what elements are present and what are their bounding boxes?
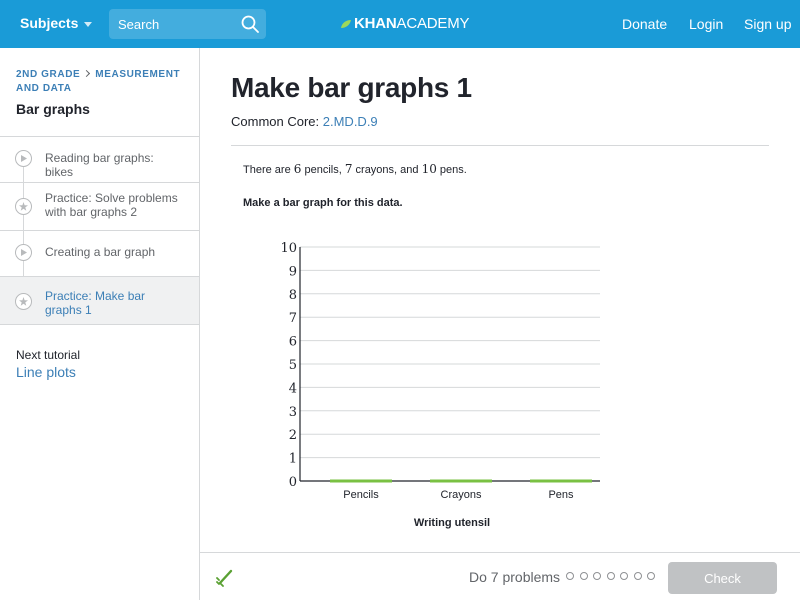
crayons-text: crayons, and [355,164,419,176]
y-tick-label: 0 [289,475,297,490]
subjects-menu-button[interactable]: Subjects [20,15,93,31]
tutorial-sidebar: 2ND GRADE MEASUREMENT AND DATA Bar graphs… [0,48,200,600]
progress-dot [647,572,655,580]
sidebar-item-creating-bar-graph[interactable]: Creating a bar graph [0,231,199,277]
y-tick-label: 7 [289,311,297,326]
pens-text: pens. [439,164,467,176]
y-tick-label: 5 [289,358,297,373]
sidebar-item-label: Reading bar graphs: bikes [45,151,154,179]
divider [231,145,769,146]
y-tick-label: 1 [289,452,297,467]
khan-academy-logo[interactable]: KHANACADEMY [340,15,470,32]
subjects-label: Subjects [20,15,79,31]
chevron-right-icon [83,69,91,78]
pencils-count: 6 [293,162,302,176]
progress-dot [620,572,628,580]
progress-dot [606,572,615,580]
progress-dot [633,572,642,580]
common-core-label: Common Core: [231,114,320,129]
chevron-down-icon [84,21,93,27]
y-tick-label: 6 [289,335,297,350]
tutorial-list: Reading bar graphs: bikes Practice: Solv… [0,136,199,325]
sidebar-item-make-bar-graphs[interactable]: Practice: Make bar graphs 1 [0,277,199,325]
y-tick-label: 4 [289,381,297,396]
next-tutorial-link[interactable]: Line plots [16,364,76,380]
crayons-count: 7 [344,162,353,176]
leaf-icon [341,20,351,28]
play-icon [15,244,32,261]
tutorial-title: Bar graphs [16,101,90,117]
problem-count-label: Do 7 problems [469,569,561,585]
x-tick-label: Crayons [441,489,482,501]
pens-count: 10 [421,162,437,176]
logo-rest-text: ACADEMY [396,15,470,32]
x-axis-label: Writing utensil [414,517,490,529]
pencils-text: pencils, [304,164,342,176]
question-prefix: There are [243,164,291,176]
y-tick-label: 10 [280,241,297,256]
progress-dots [566,572,661,580]
star-icon [15,293,32,310]
common-core-link[interactable]: 2.MD.D.9 [323,114,378,129]
donate-link[interactable]: Donate [622,16,667,32]
sidebar-item-reading-bar-graphs[interactable]: Reading bar graphs: bikes [0,137,199,183]
x-tick-label: Pens [548,489,574,501]
star-icon [15,198,32,215]
footer-divider [200,552,800,553]
search-placeholder: Search [118,17,160,32]
x-tick-label: Pencils [343,489,379,501]
instruction-text: Make a bar graph for this data. [243,197,403,209]
sidebar-item-solve-problems[interactable]: Practice: Solve problems with bar graphs… [0,183,199,231]
scratchpad-pencil-icon[interactable] [214,565,236,587]
y-tick-label: 2 [289,428,297,443]
login-link[interactable]: Login [689,16,723,32]
y-tick-label: 8 [289,288,297,303]
check-button[interactable]: Check [668,562,777,594]
sidebar-item-label: Creating a bar graph [45,245,156,259]
progress-dot [566,572,574,580]
y-tick-label: 9 [289,264,297,279]
sidebar-item-label: Practice: Make bar graphs 1 [45,289,146,317]
sidebar-item-label: Practice: Solve problems with bar graphs… [45,191,178,219]
play-icon [15,150,32,167]
search-icon[interactable] [240,14,260,34]
breadcrumb: 2ND GRADE MEASUREMENT AND DATA [16,68,186,96]
bar-graph-editor[interactable]: 0 1 2 3 4 5 6 7 8 9 10 Pencils Crayons Pens Writing ut… [250,232,620,532]
question-text: There are 6 pencils, 7 crayons, and 10 p… [243,162,467,176]
page-title: Make bar graphs 1 [231,72,472,103]
logo-bold-text: KHAN [354,15,397,32]
common-core-line: Common Core: 2.MD.D.9 [231,114,378,129]
signup-link[interactable]: Sign up [744,16,791,32]
next-tutorial-label: Next tutorial [16,348,81,362]
progress-dot [593,572,601,580]
y-tick-label: 3 [289,405,297,420]
progress-dot [579,572,588,580]
breadcrumb-grade[interactable]: 2ND GRADE [16,69,80,80]
